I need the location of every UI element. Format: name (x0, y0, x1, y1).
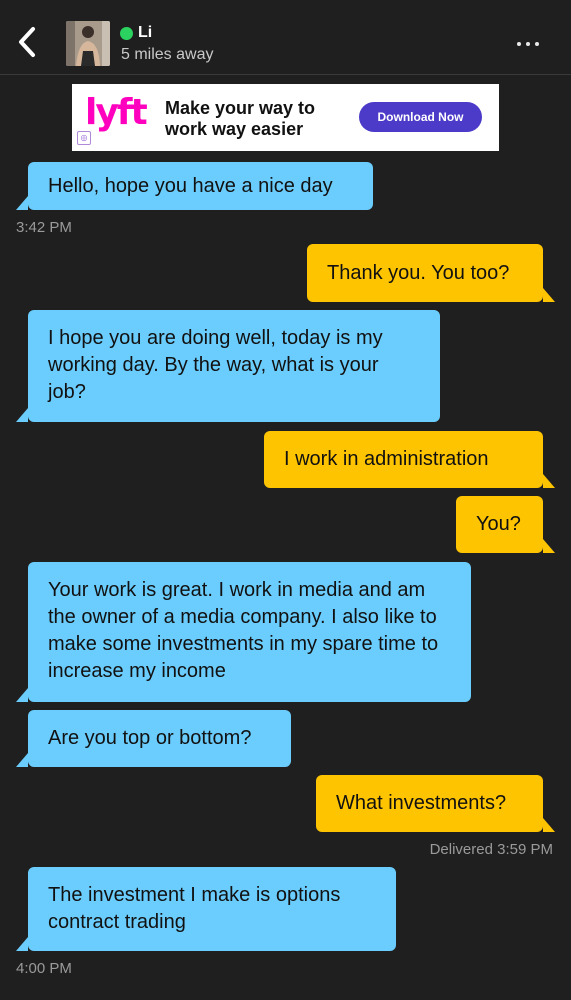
message-bubble-incoming[interactable]: Hello, hope you have a nice day (16, 162, 373, 210)
ad-headline: Make your way to work way easier (165, 98, 316, 139)
message-bubble-outgoing[interactable]: You? (456, 496, 555, 553)
message-text: What investments? (336, 792, 507, 814)
more-horizontal-icon (517, 42, 521, 46)
message-timestamp: 4:00 PM (16, 960, 72, 977)
message-text: I hope you are doing well, today is my w… (48, 327, 383, 403)
avatar-image (66, 21, 110, 66)
message-timestamp: 3:42 PM (16, 219, 72, 236)
avatar[interactable] (66, 21, 110, 66)
message-bubble-outgoing[interactable]: I work in administration (264, 431, 555, 488)
ad-badge-icon: ◎ (77, 131, 91, 145)
message-bubble-incoming[interactable]: The investment I make is options contrac… (16, 867, 396, 951)
message-text: Are you top or bottom? (48, 727, 252, 749)
profile-name[interactable]: Li (138, 24, 152, 42)
chat-header: Li 5 miles away (0, 0, 571, 75)
more-options-button[interactable] (510, 30, 546, 58)
message-bubble-incoming[interactable]: Are you top or bottom? (16, 710, 291, 767)
back-button[interactable] (12, 22, 42, 62)
message-bubble-outgoing[interactable]: Thank you. You too? (307, 244, 555, 302)
profile-distance: 5 miles away (121, 46, 214, 63)
message-bubble-incoming[interactable]: Your work is great. I work in media and … (16, 562, 471, 702)
message-text: Your work is great. I work in media and … (48, 579, 439, 682)
message-text: The investment I make is options contrac… (48, 884, 341, 933)
message-text: I work in administration (284, 448, 489, 470)
message-text: Hello, hope you have a nice day (48, 174, 333, 197)
message-text: You? (476, 513, 521, 535)
lyft-logo: lyft (85, 92, 148, 133)
delivery-status: Delivered 3:59 PM (429, 841, 553, 858)
ad-banner[interactable]: lyft ◎ Make your way to work way easier … (72, 84, 499, 151)
message-text: Thank you. You too? (327, 261, 510, 284)
message-bubble-incoming[interactable]: I hope you are doing well, today is my w… (16, 310, 440, 422)
chevron-left-icon (19, 27, 35, 57)
message-bubble-outgoing[interactable]: What investments? (316, 775, 555, 832)
ad-download-button[interactable]: Download Now (359, 102, 482, 132)
online-status-dot (120, 27, 133, 40)
